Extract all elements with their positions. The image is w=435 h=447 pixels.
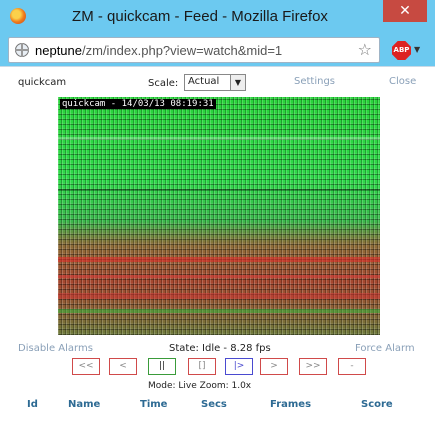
fast-rewind-button[interactable]: <<	[72, 358, 100, 375]
window-title: ZM - quickcam - Feed - Mozilla Firefox	[72, 8, 328, 25]
slow-rewind-button[interactable]: <	[109, 358, 137, 375]
play-button[interactable]: |>	[225, 358, 253, 375]
globe-icon	[15, 43, 29, 57]
window-close-button[interactable]: ✕	[383, 0, 427, 22]
feed-timestamp: quickcam - 14/03/13 08:19:31	[60, 99, 216, 109]
url-text[interactable]: neptune/zm/index.php?view=watch&mid=1	[35, 43, 282, 58]
url-host: neptune	[35, 43, 82, 58]
chevron-down-icon[interactable]: ▼	[414, 45, 420, 54]
url-path: /zm/index.php?view=watch&mid=1	[82, 43, 283, 58]
monitor-name: quickcam	[18, 77, 67, 88]
fast-forward-button[interactable]: >>	[299, 358, 327, 375]
pause-button[interactable]: ||	[148, 358, 176, 375]
bookmark-star-icon[interactable]: ☆	[358, 41, 372, 59]
scale-label: Scale:	[148, 78, 179, 89]
scale-value: Actual	[188, 76, 220, 87]
navigation-bar: neptune/zm/index.php?view=watch&mid=1 ☆ …	[0, 34, 435, 66]
stop-button[interactable]: []	[188, 358, 216, 375]
url-bar[interactable]: neptune/zm/index.php?view=watch&mid=1 ☆	[8, 37, 380, 63]
disable-alarms-link[interactable]: Disable Alarms	[18, 343, 93, 354]
events-table-header: Id Name Time Secs Frames Score	[0, 399, 435, 413]
title-bar: ZM - quickcam - Feed - Mozilla Firefox ✕	[0, 0, 435, 34]
page-content: quickcam Scale: Actual ▼ Settings Close …	[0, 66, 435, 447]
camera-feed: quickcam - 14/03/13 08:19:31	[58, 97, 380, 335]
state-text: State: Idle - 8.28 fps	[169, 343, 271, 354]
settings-link[interactable]: Settings	[294, 76, 335, 87]
column-header-name[interactable]: Name	[68, 399, 100, 410]
column-header-time[interactable]: Time	[140, 399, 167, 410]
column-header-frames[interactable]: Frames	[270, 399, 311, 410]
force-alarm-link[interactable]: Force Alarm	[355, 343, 415, 354]
column-header-secs[interactable]: Secs	[201, 399, 227, 410]
zoom-out-button[interactable]: -	[338, 358, 366, 375]
column-header-score[interactable]: Score	[361, 399, 393, 410]
column-header-id[interactable]: Id	[27, 399, 38, 410]
close-link[interactable]: Close	[389, 76, 416, 87]
mode-zoom-text: Mode: Live Zoom: 1.0x	[148, 381, 252, 391]
chevron-down-icon: ▼	[230, 75, 245, 90]
scale-select[interactable]: Actual ▼	[184, 74, 246, 91]
adblock-plus-icon[interactable]: ABP	[392, 41, 411, 60]
slow-forward-button[interactable]: >	[260, 358, 288, 375]
